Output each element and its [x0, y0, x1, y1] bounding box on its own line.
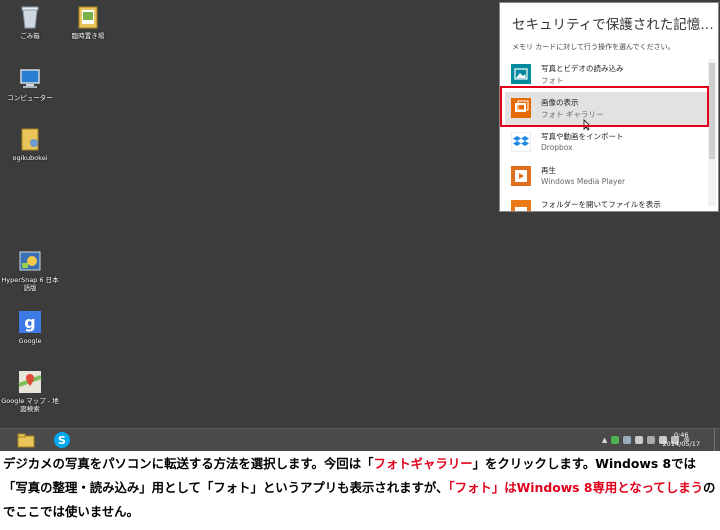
desktop: ごみ箱 臨時置き場 コンピューター ogikubokei HyperSnap 6… [0, 0, 720, 428]
desktop-icon-label: Google マップ - 地図検索 [1, 397, 59, 413]
desktop-icon-label: ごみ箱 [20, 32, 40, 40]
desktop-icon-hypersnap[interactable]: HyperSnap 6 日本語版 [0, 248, 60, 292]
option-title: 写真とビデオの読み込み [541, 64, 624, 73]
explorer-icon [511, 200, 531, 211]
caption-text: デジカメの写真をパソコンに転送する方法を選択します。今回は「フォトギャラリー」を… [3, 452, 717, 524]
autoplay-option-open-folder[interactable]: フォルダーを開いてファイルを表示 [505, 194, 707, 211]
autoplay-title: セキュリティで保護された記憶… [512, 17, 714, 33]
show-desktop-button[interactable] [714, 429, 720, 451]
hypersnap-icon [17, 248, 43, 274]
folder-icon [75, 4, 101, 30]
autoplay-option-dropbox[interactable]: 写真や動画をインポート Dropbox [505, 126, 707, 159]
desktop-icon-user-folder[interactable]: ogikubokei [0, 126, 60, 162]
taskbar-explorer-button[interactable] [16, 431, 36, 449]
desktop-icon-label: コンピューター [7, 94, 53, 102]
recycle-bin-icon [17, 4, 43, 30]
desktop-icon-label: 臨時置き場 [71, 32, 105, 40]
option-app: Windows Media Player [541, 177, 626, 186]
tray-device-icon[interactable] [647, 435, 656, 444]
caption-part: デジカメの写真をパソコンに転送する方法を選択します。今回は「 [3, 456, 374, 471]
folder-icon [17, 433, 35, 448]
autoplay-scrollbar[interactable] [708, 59, 716, 207]
user-folder-icon [17, 126, 43, 152]
caption-highlight: 「フォト」はWindows 8専用となってしまう [448, 480, 703, 495]
scrollbar-thumb[interactable] [709, 63, 715, 159]
svg-text:g: g [24, 313, 35, 332]
desktop-icon-google-maps[interactable]: Google マップ - 地図検索 [0, 369, 60, 413]
tray-flag-icon[interactable] [635, 435, 644, 444]
tray-app-icon[interactable] [611, 435, 620, 444]
clock-time: 0:46 [673, 431, 689, 439]
autoplay-subtitle: メモリ カードに対して行う操作を選んでください。 [512, 43, 675, 51]
media-player-icon [511, 166, 531, 186]
taskbar-skype-button[interactable]: S [52, 431, 72, 449]
svg-text:S: S [58, 434, 66, 447]
computer-icon [17, 66, 43, 92]
caption-highlight: フォトギャラリー [373, 456, 473, 471]
option-title: フォルダーを開いてファイルを表示 [541, 200, 661, 209]
google-maps-icon [17, 369, 43, 395]
desktop-icon-recycle-bin[interactable]: ごみ箱 [0, 4, 60, 40]
taskbar-clock[interactable]: 0:46 2014/05/17 [663, 431, 700, 449]
desktop-icon-computer[interactable]: コンピューター [0, 66, 60, 102]
option-title: 写真や動画をインポート [541, 132, 624, 141]
option-app: フォト [541, 76, 564, 85]
highlight-box [500, 86, 709, 127]
desktop-icon-label: HyperSnap 6 日本語版 [1, 276, 59, 292]
desktop-icon-google[interactable]: g Google [0, 309, 60, 345]
desktop-icon-temp-folder[interactable]: 臨時置き場 [58, 4, 118, 40]
photos-app-icon [511, 64, 531, 84]
taskbar: S ▲ ⊗ 0:46 2014/05/17 [0, 428, 720, 451]
clock-date: 2014/05/17 [662, 440, 700, 448]
tray-dropbox-icon[interactable] [623, 435, 632, 444]
option-app: Dropbox [541, 143, 573, 152]
option-title: 再生 [541, 166, 556, 175]
dropbox-icon [510, 131, 532, 153]
skype-icon: S [54, 432, 70, 448]
desktop-icon-label: ogikubokei [12, 154, 48, 162]
google-icon: g [17, 309, 43, 335]
desktop-icon-label: Google [18, 337, 42, 345]
tray-up-arrow-icon[interactable]: ▲ [602, 436, 607, 444]
autoplay-option-media-player[interactable]: 再生 Windows Media Player [505, 160, 707, 193]
